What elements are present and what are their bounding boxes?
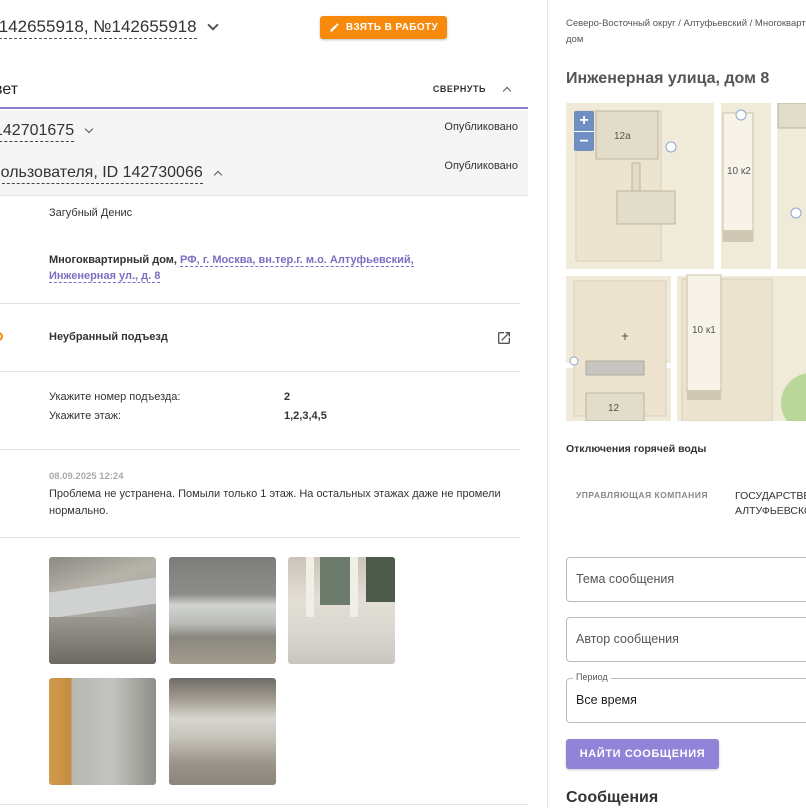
map-label: 12а	[614, 131, 631, 142]
divider	[0, 371, 520, 372]
related-items: 142701675 Опубликовано пользователя, ID …	[0, 110, 528, 196]
object-type: Многоквартирный дом,	[49, 254, 177, 266]
period-select[interactable]: Период Все время	[566, 672, 806, 723]
problem-title: Неубранный подъезд	[49, 331, 168, 343]
subject-field[interactable]: Тема сообщения	[566, 557, 806, 602]
comment-line: нормально.	[49, 505, 109, 517]
messages-title: Сообщения	[566, 789, 659, 806]
author-placeholder: Автор сообщения	[576, 632, 679, 646]
photo-thumbnail[interactable]	[169, 557, 276, 664]
uk-value-line: ГОСУДАРСТВЕННОЕ	[735, 490, 806, 502]
period-value: Все время	[576, 693, 637, 707]
take-to-work-label: ВЗЯТЬ В РАБОТУ	[345, 22, 439, 33]
chevron-down-icon[interactable]	[206, 19, 219, 31]
ticket-pane: .142655918, №142655918 ВЗЯТЬ В РАБОТУ ве…	[0, 0, 548, 808]
uk-value: ГОСУДАРСТВЕННОЕ АЛТУФЬЕВСКОГО	[735, 489, 806, 519]
status-dot-icon	[0, 332, 3, 341]
floor-label: Укажите этаж:	[49, 410, 122, 422]
photo-thumbnail[interactable]	[49, 678, 156, 785]
map-zoom-controls: + −	[574, 111, 594, 151]
collapse-button[interactable]: СВЕРНУТЬ	[432, 84, 512, 96]
hot-water-title: Отключения горячей воды	[566, 443, 707, 455]
period-legend: Период	[573, 672, 611, 682]
breadcrumb-line[interactable]: Северо-Восточный округ / Алтуфьевский / …	[566, 18, 806, 29]
divider	[0, 804, 528, 805]
pencil-icon	[330, 23, 339, 32]
photo-thumbnail[interactable]	[49, 557, 156, 664]
subject-placeholder: Тема сообщения	[576, 572, 675, 586]
object-address: Многоквартирный дом, РФ, г. Москва, вн.т…	[49, 252, 429, 284]
answer-title: вет	[0, 81, 19, 98]
photo-thumbnail[interactable]	[288, 557, 395, 664]
map-widget[interactable]: 12а 10 к2 10 к1 12 + −	[566, 103, 806, 421]
answer-section-header: вет СВЕРНУТЬ	[0, 76, 528, 109]
map-label: 10 к2	[727, 166, 751, 177]
divider	[0, 449, 520, 450]
map-canvas[interactable]	[566, 103, 806, 421]
chevron-up-icon	[502, 86, 512, 96]
author-field[interactable]: Автор сообщения	[566, 617, 806, 662]
ticket-title[interactable]: .142655918, №142655918	[0, 16, 197, 39]
breadcrumb[interactable]: Северо-Восточный округ / Алтуфьевский / …	[566, 16, 806, 48]
entrance-value: 2	[284, 391, 291, 403]
related-item-id[interactable]: 142701675	[0, 120, 75, 142]
external-link-icon[interactable]	[496, 330, 512, 346]
status-badge: Опубликовано	[444, 121, 518, 133]
breadcrumb-line[interactable]: дом	[566, 34, 583, 45]
chevron-down-icon[interactable]	[84, 124, 94, 133]
related-item[interactable]: 142701675	[0, 120, 94, 142]
floor-value: 1,2,3,4,5	[284, 410, 327, 422]
related-item[interactable]: пользователя, ID 142730066	[0, 162, 222, 184]
comment-line: Проблема не устранена. Помыли только 1 э…	[49, 488, 501, 500]
related-item-id[interactable]: пользователя, ID 142730066	[0, 162, 203, 184]
ticket-header[interactable]: .142655918, №142655918	[0, 16, 219, 39]
map-label: 10 к1	[692, 325, 716, 336]
collapse-label: СВЕРНУТЬ	[432, 84, 486, 94]
map-label: 12	[608, 403, 620, 414]
divider	[0, 303, 520, 304]
object-pane: Северо-Восточный округ / Алтуфьевский / …	[548, 0, 806, 808]
comment-text: Проблема не устранена. Помыли только 1 э…	[49, 486, 519, 520]
page-title: Инженерная улица, дом 8	[566, 70, 770, 87]
address-link[interactable]: РФ, г. Москва, вн.тер.г. м.о. Алтуфьевск…	[180, 254, 414, 267]
status-badge: Опубликовано	[444, 160, 518, 172]
author-name: Загубный Денис	[49, 207, 133, 219]
photo-thumbnail[interactable]	[169, 678, 276, 785]
take-to-work-button[interactable]: ВЗЯТЬ В РАБОТУ	[320, 16, 447, 39]
find-messages-button[interactable]: НАЙТИ СООБЩЕНИЯ	[566, 739, 719, 769]
uk-value-line: АЛТУФЬЕВСКОГО	[735, 505, 806, 517]
zoom-out-button[interactable]: −	[574, 131, 594, 151]
comment-date: 08.09.2025 12:24	[49, 471, 124, 482]
divider	[0, 537, 520, 538]
zoom-in-button[interactable]: +	[574, 111, 594, 131]
entrance-label: Укажите номер подъезда:	[49, 391, 181, 403]
chevron-up-icon[interactable]	[213, 170, 222, 180]
uk-label: УПРАВЛЯЮЩАЯ КОМПАНИЯ	[576, 490, 708, 500]
address-link[interactable]: Инженерная ул., д. 8	[49, 270, 161, 283]
